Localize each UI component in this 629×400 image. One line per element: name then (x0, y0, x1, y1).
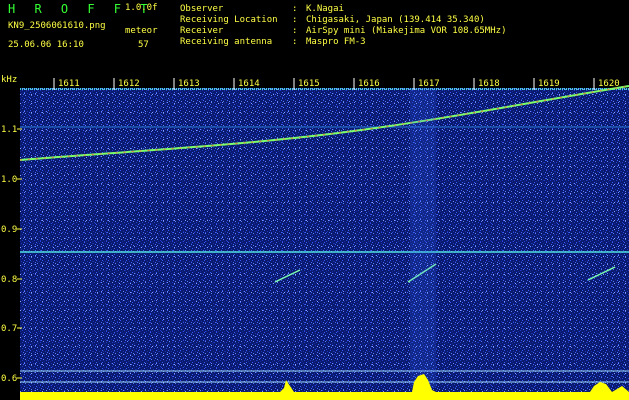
info-value: Chigasaki, Japan (139.414 35.340) (306, 15, 485, 25)
y-axis-strip (0, 74, 20, 400)
y-tick-label: 0.6 (1, 374, 17, 384)
minute-label: 1612 (118, 79, 140, 89)
timestamp: 25.06.06 16:10 (8, 40, 84, 50)
minute-label: 1615 (298, 79, 320, 89)
minute-label: 1613 (178, 79, 200, 89)
minute-label: 1617 (418, 79, 440, 89)
interference-band (410, 88, 436, 388)
y-tick-label: 0.7 (1, 324, 17, 334)
spectrogram-panel: kHz 1.1 1.0 0.9 0.8 0.7 0.6 1611 1612 1613 1614 16… (0, 74, 629, 400)
info-value: K.Nagai (306, 4, 344, 14)
info-row-location: Receiving Location: Chigasaki, Japan (139… (180, 15, 485, 25)
info-row-receiver: Receiver: AirSpy mini (Miakejima VOR 108.… (180, 26, 507, 36)
spectrogram: kHz 1.1 1.0 0.9 0.8 0.7 0.6 1611 1612 1613 1614 16… (0, 74, 629, 400)
info-label: Receiving Location (180, 15, 278, 25)
detection-count: 57 (138, 40, 149, 50)
minute-label: 1611 (58, 79, 80, 89)
minute-label: 1619 (538, 79, 560, 89)
info-row-observer: Observer: K.Nagai (180, 4, 344, 14)
mode-label: meteor (125, 26, 158, 36)
y-tick-label: 1.1 (1, 125, 17, 135)
info-value: AirSpy mini (Miakejima VOR 108.65MHz) (306, 26, 507, 36)
y-tick-label: 1.0 (1, 175, 17, 185)
y-tick-label: 0.8 (1, 275, 17, 285)
minute-label: 1620 (598, 79, 620, 89)
minute-label: 1616 (358, 79, 380, 89)
info-label: Receiver (180, 26, 224, 36)
info-label: Observer (180, 4, 224, 14)
y-axis-unit: kHz (1, 75, 17, 85)
info-value: Maspro FM-3 (306, 37, 366, 47)
minute-label: 1618 (478, 79, 500, 89)
y-tick-label: 0.9 (1, 225, 17, 235)
file-name: KN9_2506061610.png (8, 21, 106, 31)
app-version: 1.0.0f (125, 3, 158, 13)
info-label: Receiving antenna (180, 37, 273, 47)
info-row-antenna: Receiving antenna: Maspro FM-3 (180, 37, 366, 47)
minute-label: 1614 (238, 79, 260, 89)
